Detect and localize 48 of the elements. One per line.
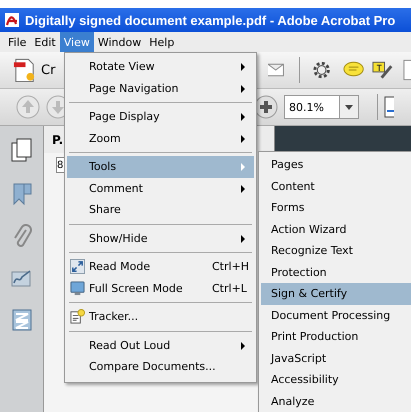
compare-icon[interactable] — [10, 308, 32, 332]
panel-title: P. — [52, 132, 64, 146]
menu-bar-item[interactable]: Window — [94, 32, 146, 52]
submenu-item[interactable]: Sign & Certify — [261, 283, 411, 304]
submenu-item[interactable]: Pages — [261, 154, 411, 176]
pdf-icon — [4, 12, 20, 28]
menu-item[interactable]: Page Navigation — [67, 78, 254, 99]
menu-item[interactable]: Tools — [67, 156, 254, 178]
monitor-icon — [70, 280, 85, 296]
menu-item[interactable]: Tracker... — [67, 306, 254, 328]
menu-item[interactable]: Read Mode Ctrl+H — [67, 256, 254, 278]
menu-item[interactable]: Read Out Loud — [67, 334, 254, 356]
submenu-item[interactable]: JavaScript — [261, 348, 411, 369]
submenu-item[interactable]: Print Production — [261, 326, 411, 348]
highlight-pen-icon[interactable] — [372, 60, 394, 80]
submenu-item[interactable]: Action Wizard — [261, 218, 411, 240]
bookmark-icon[interactable] — [10, 182, 32, 206]
menu-item[interactable]: Full Screen Mode Ctrl+L — [67, 278, 254, 299]
gear-icon[interactable] — [312, 60, 332, 80]
submenu-item[interactable]: Analyze — [261, 390, 411, 412]
pages-icon[interactable] — [10, 138, 34, 164]
page-icon[interactable] — [403, 59, 411, 81]
expand-icon — [70, 259, 85, 274]
window-title: Digitally signed document example.pdf - Adobe Acrobat Pro — [25, 12, 396, 28]
menu-bar-item[interactable]: Help — [145, 32, 178, 52]
menu-item[interactable]: Rotate View — [67, 56, 254, 78]
submenu-item[interactable]: Accessibility — [261, 369, 411, 390]
submenu-item[interactable]: Document Processing — [261, 304, 411, 326]
menu-item[interactable]: Zoom — [67, 128, 254, 149]
menu-item[interactable]: Share — [67, 199, 254, 220]
envelope-icon[interactable] — [268, 61, 284, 79]
menu-item[interactable]: Comment — [67, 178, 254, 199]
paperclip-icon[interactable] — [12, 224, 32, 250]
dropdown-icon[interactable] — [345, 104, 353, 110]
menu-bar-item[interactable]: Edit — [30, 32, 60, 52]
menu-bar-item[interactable]: View — [60, 32, 94, 52]
submenu-item[interactable]: Content — [261, 176, 411, 197]
menu-bar-item[interactable]: File — [4, 32, 30, 52]
menu-item[interactable]: Compare Documents... — [67, 356, 254, 378]
toolbar-label[interactable]: Cr — [41, 62, 56, 78]
submenu-item[interactable]: Protection — [261, 262, 411, 283]
zoom-field[interactable]: 80.1% — [284, 95, 359, 119]
fit-width-icon[interactable] — [384, 95, 394, 119]
submenu-item[interactable]: Forms — [261, 197, 411, 218]
tracker-icon — [70, 309, 85, 324]
submenu-item[interactable]: Recognize Text — [261, 240, 411, 262]
menu-item[interactable]: Show/Hide — [67, 228, 254, 249]
menu-item[interactable]: Page Display — [67, 106, 254, 128]
